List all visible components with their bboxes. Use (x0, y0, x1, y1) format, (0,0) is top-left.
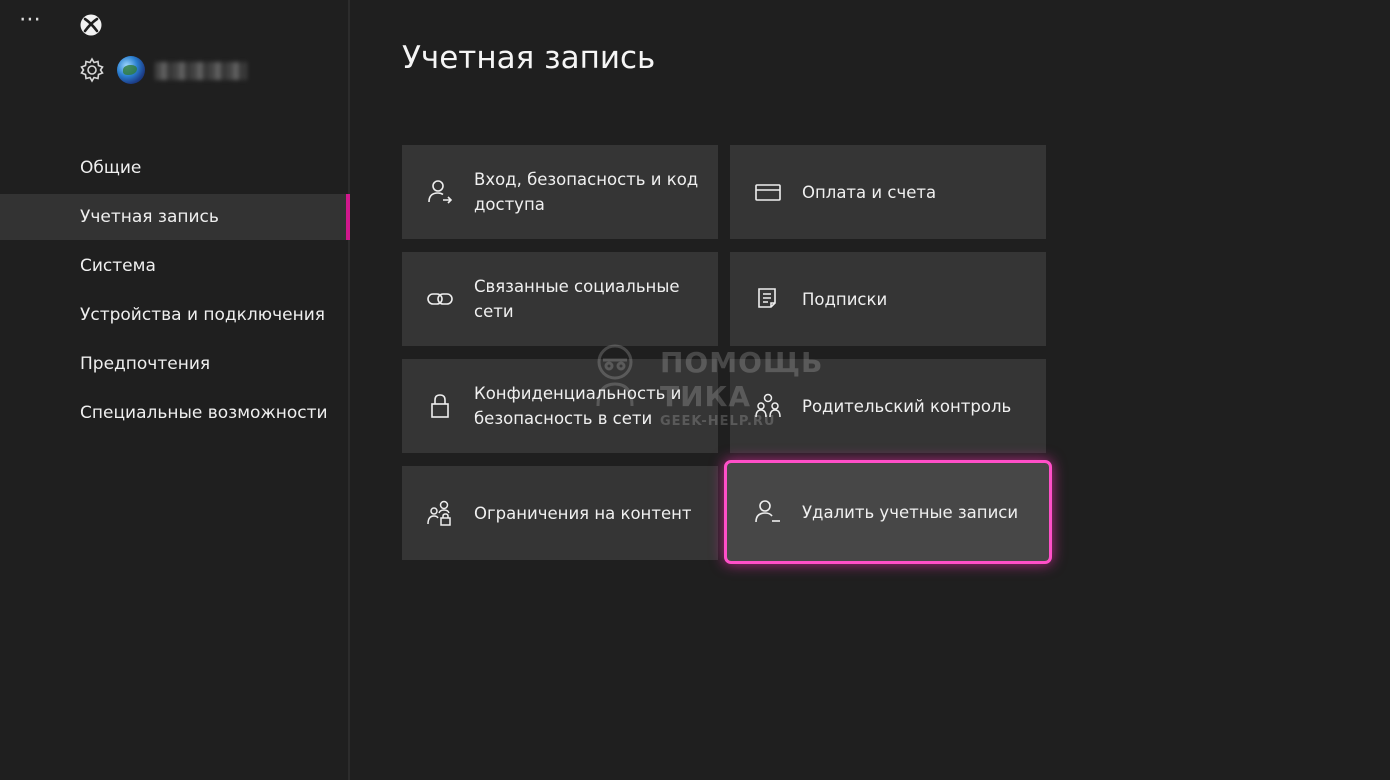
settings-nav: Общие Учетная запись Система Устройства … (0, 145, 350, 439)
tile-label: Конфиденциальность и безопасность в сети (474, 384, 682, 428)
nav-item-general[interactable]: Общие (0, 145, 348, 191)
tile-payment-billing[interactable]: Оплата и счета (730, 145, 1046, 239)
tile-label: Подписки (802, 289, 888, 309)
subscriptions-icon (754, 285, 782, 313)
tile-label: Оплата и счета (802, 182, 937, 202)
person-arrow-icon (426, 178, 454, 206)
page-title: Учетная запись (402, 40, 656, 76)
avatar[interactable] (117, 56, 145, 84)
tile-label: Вход, безопасность и код доступа (474, 170, 699, 214)
remove-account-icon (754, 498, 782, 526)
tile-remove-accounts[interactable]: Удалить учетные записи (724, 460, 1052, 564)
tile-label: Связанные социальные сети (474, 277, 680, 321)
nav-item-system[interactable]: Система (0, 243, 348, 289)
tile-subscriptions[interactable]: Подписки (730, 252, 1046, 346)
tile-content-restrictions[interactable]: Ограничения на контент (402, 466, 718, 560)
nav-item-preferences[interactable]: Предпочтения (0, 341, 348, 387)
tile-privacy-safety[interactable]: Конфиденциальность и безопасность в сети (402, 359, 718, 453)
link-icon (426, 285, 454, 313)
tile-label: Ограничения на контент (474, 503, 692, 523)
tile-parental-controls[interactable]: Родительский контроль (730, 359, 1046, 453)
nav-item-label: Учетная запись (80, 207, 219, 227)
tile-sign-in-security[interactable]: Вход, безопасность и код доступа (402, 145, 718, 239)
gear-icon[interactable] (79, 57, 105, 83)
sidebar: ⋯ Общие Учетная запись Система Устройств… (0, 0, 350, 780)
nav-item-label: Система (80, 256, 156, 276)
tile-linked-social[interactable]: Связанные социальные сети (402, 252, 718, 346)
content-restrictions-icon (426, 499, 454, 527)
nav-item-account[interactable]: Учетная запись (0, 194, 350, 240)
nav-item-devices[interactable]: Устройства и подключения (0, 292, 348, 338)
nav-item-label: Устройства и подключения (80, 305, 325, 325)
card-icon (754, 178, 782, 206)
nav-item-label: Предпочтения (80, 354, 211, 374)
family-icon (754, 392, 782, 420)
tile-label: Удалить учетные записи (802, 502, 1019, 522)
nav-item-label: Специальные возможности (80, 403, 328, 423)
tile-label: Родительский контроль (802, 396, 1012, 416)
xbox-logo-icon[interactable] (80, 14, 102, 36)
lock-icon (426, 392, 454, 420)
nav-item-accessibility[interactable]: Специальные возможности (0, 390, 348, 436)
gamertag (155, 62, 247, 80)
more-button[interactable]: ⋯ (19, 9, 45, 34)
nav-item-label: Общие (80, 158, 142, 178)
account-settings-grid: Вход, безопасность и код доступа Оплата … (402, 145, 1052, 565)
